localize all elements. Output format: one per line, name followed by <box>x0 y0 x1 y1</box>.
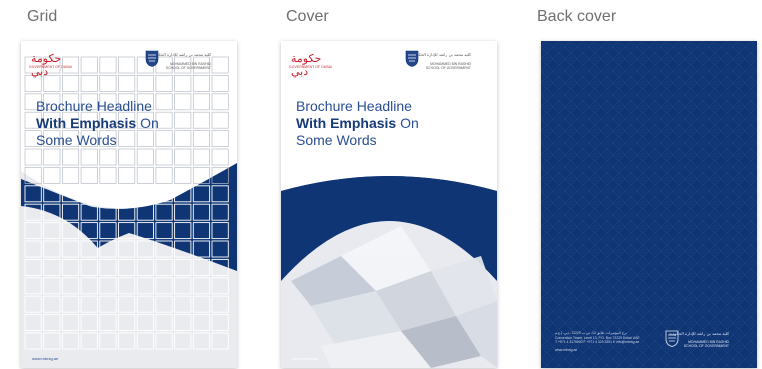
mbrsg-shield-icon <box>665 330 679 347</box>
back-cover-artwork <box>541 41 757 368</box>
government-of-dubai-logo: حكومة دبي GOVERNMENT OF DUBAI <box>29 52 73 78</box>
mbrsg-logo: كلية محمد بن راشد للإدارة الحكومية MOHAM… <box>145 50 229 74</box>
back-cover-address: برج المؤتمرات، طابق 13، ص.ب 72229، دبي، … <box>555 331 640 352</box>
cover-brochure-card: حكومة دبي GOVERNMENT OF DUBAI كلية محمد … <box>281 41 497 368</box>
grid-website: www.mbrsg.ae <box>32 356 59 361</box>
grid-artwork <box>21 41 237 368</box>
mbrsg-shield-icon <box>145 50 159 67</box>
cover-label: Cover <box>286 8 329 25</box>
mbrsg-logo: كلية محمد بن راشد للإدارة الحكومية MOHAM… <box>405 50 489 74</box>
cover-artwork <box>281 41 497 368</box>
cover-headline: Brochure Headline With Emphasis On Some … <box>296 98 419 148</box>
government-of-dubai-logo: حكومة دبي GOVERNMENT OF DUBAI <box>289 52 333 78</box>
back-cover-brochure-card: برج المؤتمرات، طابق 13، ص.ب 72229، دبي، … <box>541 41 757 368</box>
cover-website: www.mbrsg.ae <box>292 356 319 361</box>
back-cover-label: Back cover <box>537 8 617 25</box>
grid-headline: Brochure Headline With Emphasis On Some … <box>36 98 159 148</box>
grid-brochure-card: حكومة دبي GOVERNMENT OF DUBAI كلية محمد … <box>21 41 237 368</box>
grid-label: Grid <box>27 8 58 25</box>
back-cover-mbrsg-logo: كلية محمد بن راشد للإدارة الحكومية MOHAM… <box>665 330 747 352</box>
mbrsg-shield-icon <box>405 50 419 67</box>
